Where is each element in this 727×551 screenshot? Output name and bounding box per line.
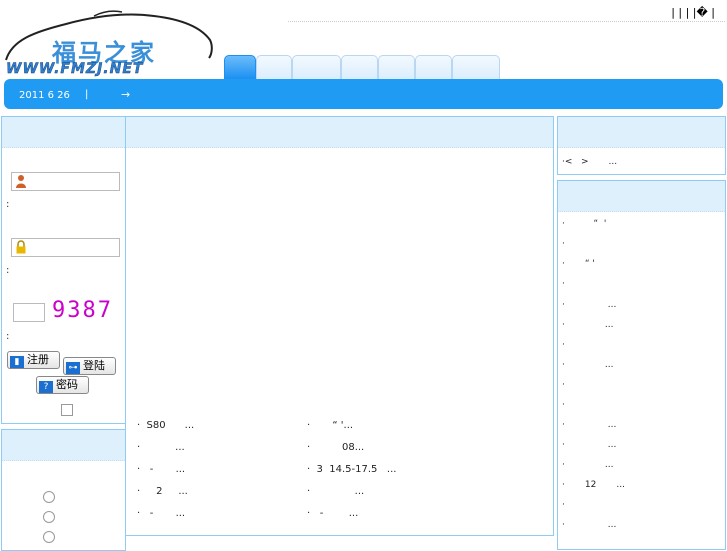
news-item[interactable]: · 08...: [307, 442, 364, 453]
list-item[interactable]: · ...: [562, 460, 614, 470]
list-item[interactable]: · “ ': [562, 219, 606, 229]
register-button[interactable]: ▮ 注册: [7, 351, 60, 369]
password-recovery-button[interactable]: ? 密码: [36, 376, 89, 394]
captcha-image[interactable]: 9387: [52, 298, 113, 323]
person-icon: ▮: [10, 356, 24, 368]
list-item[interactable]: · ...: [562, 320, 614, 330]
list-item[interactable]: · ...: [562, 300, 616, 310]
nav-tab-6[interactable]: [415, 55, 452, 79]
key-icon: ⊶: [66, 362, 80, 374]
nav-tab-home[interactable]: [224, 55, 256, 79]
captcha-input[interactable]: [13, 303, 45, 322]
nav-tab-7[interactable]: [452, 55, 500, 79]
list-item[interactable]: · ...: [562, 520, 616, 530]
username-colon: :: [6, 199, 10, 210]
news-item[interactable]: · 2 ...: [137, 486, 188, 497]
list-item[interactable]: · “ ': [562, 259, 595, 269]
user-icon: [15, 174, 27, 191]
arrow-right-icon[interactable]: →: [121, 88, 130, 101]
password-colon: :: [6, 265, 10, 276]
login-button[interactable]: ⊶ 登陆: [63, 357, 116, 375]
list-item[interactable]: ·: [562, 279, 565, 289]
news-item[interactable]: · “ '...: [307, 420, 353, 431]
news-item[interactable]: · ...: [137, 442, 185, 453]
password-recovery-label: 密码: [56, 378, 78, 391]
register-label: 注册: [27, 353, 49, 366]
poll-option-radio[interactable]: [43, 531, 55, 543]
list-item[interactable]: · ...: [562, 440, 616, 450]
news-item[interactable]: · ...: [307, 486, 364, 497]
lock-icon: [15, 240, 27, 257]
right-top-panel-header: [558, 117, 725, 148]
question-icon: ?: [39, 381, 53, 393]
news-panel-header: [126, 117, 553, 148]
nav-tab-5[interactable]: [378, 55, 415, 79]
poll-panel-header: [2, 430, 125, 461]
news-item[interactable]: · - ...: [137, 464, 185, 475]
remember-checkbox[interactable]: [61, 404, 73, 416]
username-field[interactable]: [11, 172, 120, 191]
list-item[interactable]: ·: [562, 380, 565, 390]
news-item[interactable]: · 3 14.5-17.5 ...: [307, 464, 396, 475]
poll-panel: [1, 429, 126, 551]
nav-tab-2[interactable]: [256, 55, 292, 79]
list-item[interactable]: · ...: [562, 360, 614, 370]
list-item[interactable]: · ...: [562, 420, 616, 430]
nav-tab-3[interactable]: [292, 55, 341, 79]
nav-separator: |: [85, 89, 89, 100]
news-item[interactable]: · - ...: [137, 508, 185, 519]
login-label: 登陆: [83, 359, 105, 372]
list-item[interactable]: ·< > ...: [562, 157, 617, 167]
news-item[interactable]: · - ...: [307, 508, 358, 519]
list-item[interactable]: ·: [562, 239, 565, 249]
login-panel-header: [2, 117, 125, 148]
nav-bar: [4, 79, 723, 109]
poll-option-radio[interactable]: [43, 511, 55, 523]
site-logo-url[interactable]: WWW.FMZJ.NET: [6, 61, 143, 77]
current-date: 2011 6 26: [19, 90, 70, 101]
captcha-colon: :: [6, 331, 10, 342]
header-divider: [288, 21, 725, 22]
right-list-panel-header: [558, 181, 725, 212]
list-item[interactable]: ·: [562, 500, 565, 510]
password-field[interactable]: [11, 238, 120, 257]
news-item[interactable]: · S80 ...: [137, 420, 194, 431]
list-item[interactable]: ·: [562, 400, 565, 410]
poll-option-radio[interactable]: [43, 491, 55, 503]
top-links[interactable]: | | | |� |: [671, 6, 715, 19]
nav-tab-4[interactable]: [341, 55, 378, 79]
list-item[interactable]: · 12 ...: [562, 480, 625, 490]
list-item[interactable]: ·: [562, 340, 565, 350]
